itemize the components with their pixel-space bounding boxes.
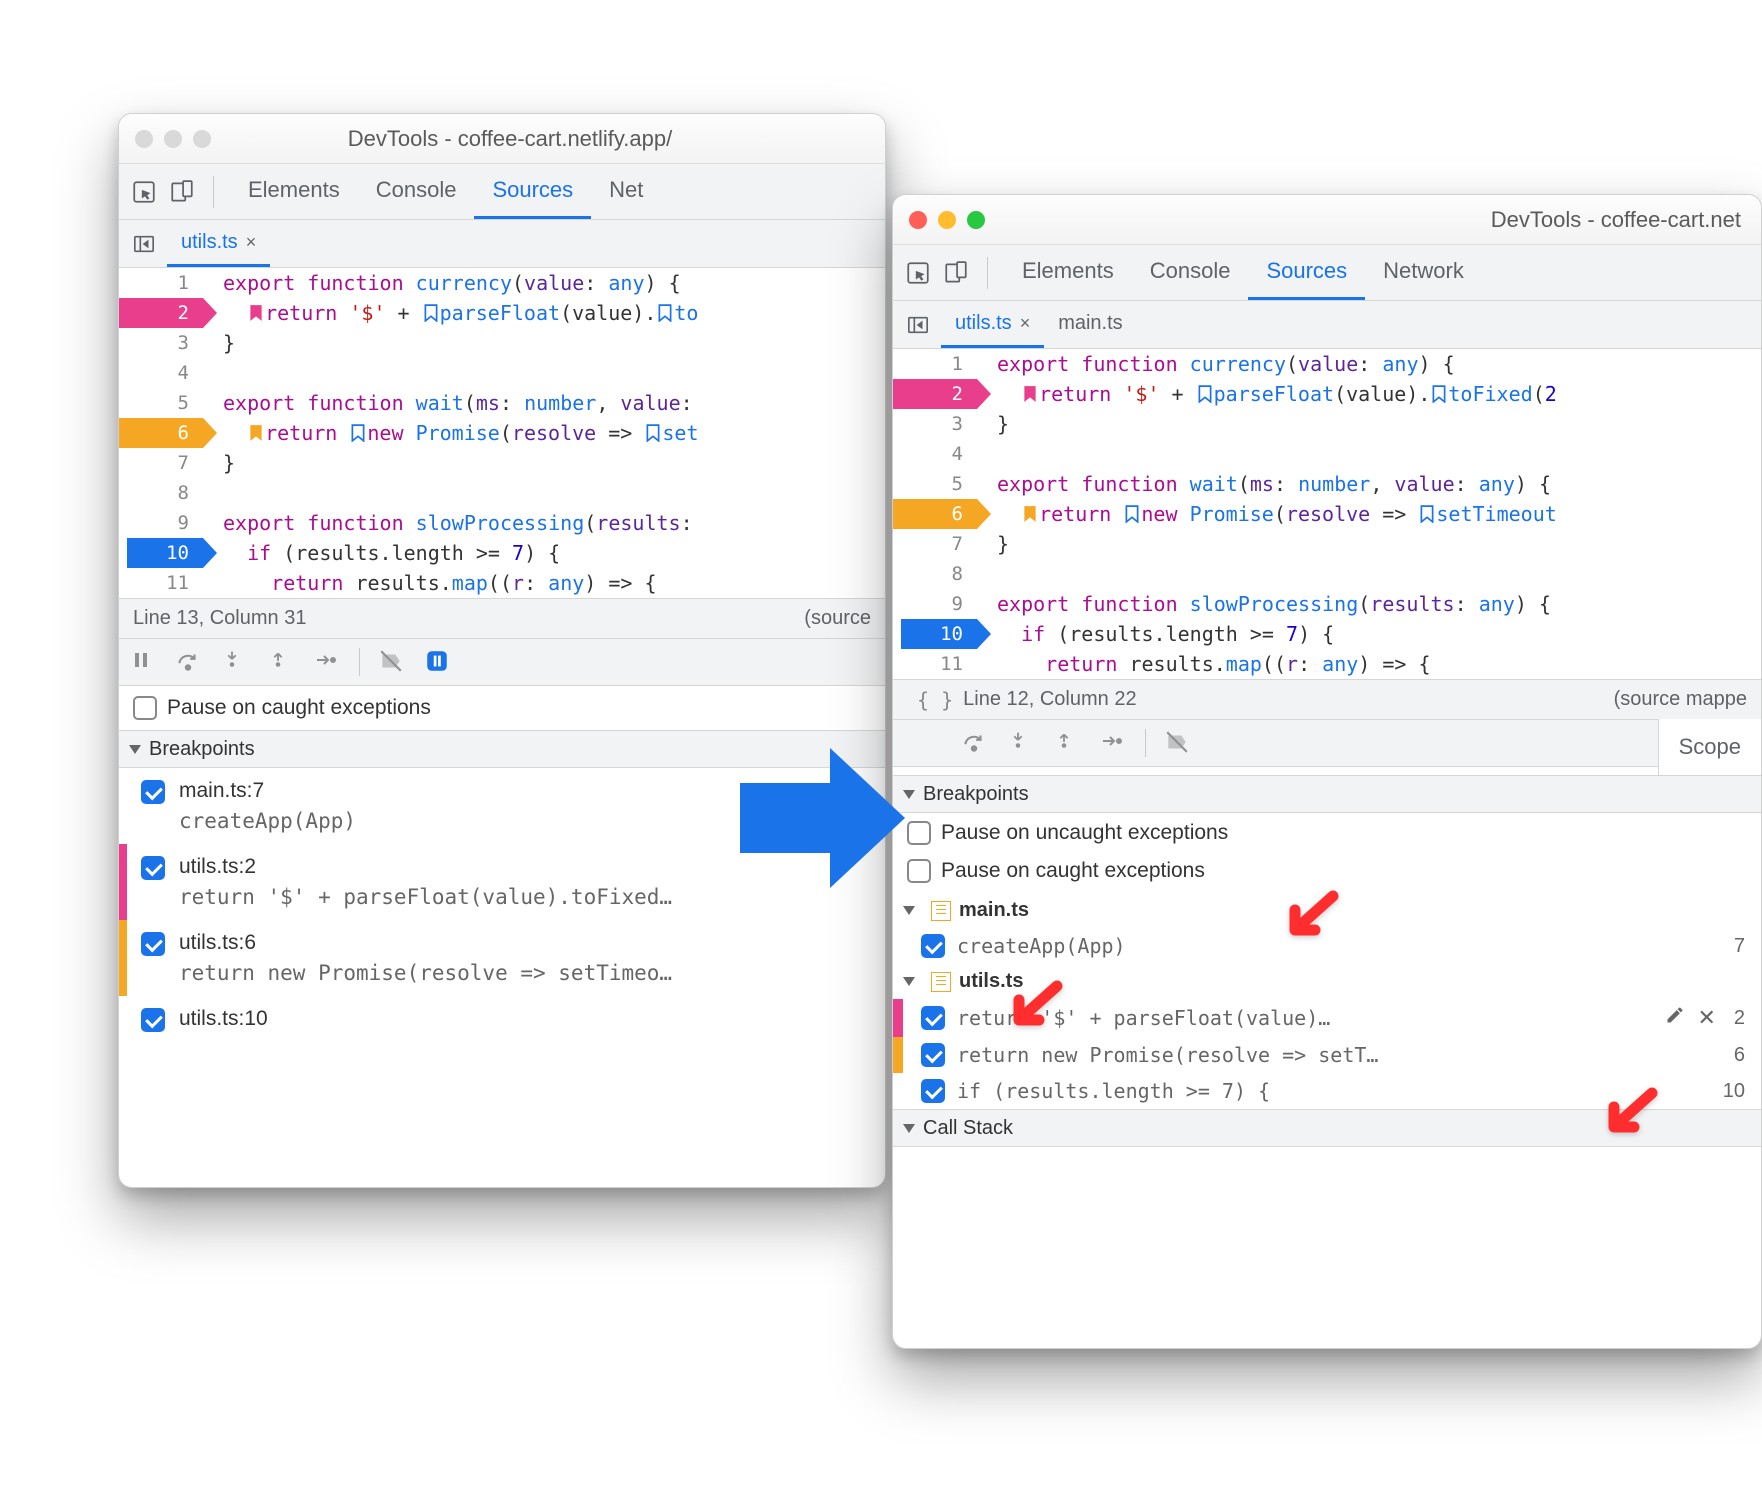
titlebar: DevTools - coffee-cart.net	[893, 195, 1761, 245]
checkbox-icon[interactable]	[907, 821, 931, 845]
pause-uncaught-label: Pause on uncaught exceptions	[941, 821, 1228, 845]
devtools-tabs: ElementsConsoleSourcesNet	[119, 164, 885, 220]
triangle-down-icon	[129, 745, 141, 754]
tab-sources[interactable]: Sources	[474, 164, 591, 219]
window-title: DevTools - coffee-cart.netlify.app/	[222, 126, 798, 152]
pretty-print-icon[interactable]: { }	[907, 688, 963, 712]
edit-icon[interactable]	[1665, 1005, 1685, 1031]
navigator-toggle-icon[interactable]	[127, 227, 161, 261]
close-icon[interactable]: ×	[246, 232, 257, 253]
step-out-icon[interactable]	[1053, 729, 1081, 757]
step-icon[interactable]	[1099, 729, 1127, 757]
navigator-toggle-icon[interactable]	[901, 308, 935, 342]
tab-network[interactable]: Network	[1365, 245, 1482, 300]
tab-elements[interactable]: Elements	[230, 164, 358, 219]
step-icon[interactable]	[313, 648, 341, 676]
annotation-arrow-icon	[1283, 888, 1343, 953]
pause-caught-row[interactable]: Pause on caught exceptions	[119, 686, 885, 730]
checkbox-icon[interactable]	[133, 696, 157, 720]
checkbox-icon[interactable]	[141, 932, 165, 956]
file-tabs: utils.ts×main.ts	[893, 301, 1761, 349]
debugger-toolbar	[119, 638, 885, 686]
breakpoint-item[interactable]: utils.ts:6return new Promise(resolve => …	[119, 920, 885, 996]
minimize-dot-icon[interactable]	[938, 211, 956, 229]
step-into-icon[interactable]	[1007, 729, 1035, 757]
checkbox-icon[interactable]	[141, 780, 165, 804]
breakpoints-label: Breakpoints	[923, 783, 1029, 806]
source-mapped-label: (source	[804, 607, 871, 630]
file-icon	[931, 972, 951, 992]
deactivate-breakpoints-icon[interactable]	[1164, 729, 1192, 757]
traffic-lights	[135, 130, 211, 148]
code-editor[interactable]: 1export function currency(value: any) {2…	[119, 268, 885, 598]
devtools-tabs: ElementsConsoleSourcesNetwork	[893, 245, 1761, 301]
annotation-arrow-icon	[1602, 1085, 1662, 1150]
zoom-dot-icon[interactable]	[967, 211, 985, 229]
step-out-icon[interactable]	[267, 648, 295, 676]
annotation-arrow-icon	[1007, 978, 1067, 1043]
pause-caught-row[interactable]: Pause on caught exceptions	[893, 853, 1761, 893]
window-title: DevTools - coffee-cart.net	[996, 207, 1745, 233]
close-icon[interactable]: ×	[1020, 313, 1031, 334]
tab-sources[interactable]: Sources	[1248, 245, 1365, 300]
file-tab[interactable]: main.ts	[1044, 301, 1136, 348]
debugger-toolbar	[893, 719, 1658, 767]
checkbox-icon[interactable]	[921, 1006, 945, 1030]
checkbox-icon[interactable]	[141, 856, 165, 880]
tab-console[interactable]: Console	[358, 164, 475, 219]
checkbox-icon[interactable]	[141, 1008, 165, 1032]
checkbox-icon[interactable]	[921, 1043, 945, 1067]
devtools-window-left: DevTools - coffee-cart.netlify.app/ Elem…	[118, 113, 886, 1188]
pause-caught-label: Pause on caught exceptions	[167, 696, 431, 720]
tab-console[interactable]: Console	[1132, 245, 1249, 300]
callstack-label: Call Stack	[923, 1117, 1013, 1140]
cursor-position: Line 13, Column 31	[133, 607, 306, 630]
tab-elements[interactable]: Elements	[1004, 245, 1132, 300]
file-icon	[931, 901, 951, 921]
traffic-lights	[909, 211, 985, 229]
devtools-window-right: DevTools - coffee-cart.net ElementsConso…	[892, 194, 1762, 1349]
device-toggle-icon[interactable]	[941, 258, 971, 288]
pause-caught-label: Pause on caught exceptions	[941, 859, 1205, 883]
breakpoints-label: Breakpoints	[149, 738, 255, 761]
file-tab[interactable]: utils.ts×	[941, 301, 1044, 348]
checkbox-icon[interactable]	[907, 859, 931, 883]
code-editor[interactable]: 1export function currency(value: any) {2…	[893, 349, 1761, 679]
file-tabs: utils.ts×	[119, 220, 885, 268]
inspect-icon[interactable]	[903, 258, 933, 288]
breakpoints-header[interactable]: Breakpoints	[893, 775, 1761, 813]
transition-arrow-icon	[730, 728, 910, 908]
pause-on-exceptions-icon[interactable]	[424, 648, 452, 676]
step-into-icon[interactable]	[221, 648, 249, 676]
close-dot-icon[interactable]	[909, 211, 927, 229]
file-tab[interactable]: utils.ts×	[167, 220, 270, 267]
triangle-down-icon	[903, 1124, 915, 1133]
remove-icon[interactable]: ✕	[1697, 1005, 1715, 1031]
titlebar: DevTools - coffee-cart.netlify.app/	[119, 114, 885, 164]
checkbox-icon[interactable]	[921, 1079, 945, 1103]
source-mapped-label: (source mappe	[1614, 688, 1747, 711]
zoom-dot-icon[interactable]	[193, 130, 211, 148]
step-over-icon[interactable]	[175, 648, 203, 676]
scope-tab[interactable]: Scope	[1658, 719, 1761, 775]
step-over-icon[interactable]	[961, 729, 989, 757]
deactivate-breakpoints-icon[interactable]	[378, 648, 406, 676]
checkbox-icon[interactable]	[921, 934, 945, 958]
close-dot-icon[interactable]	[135, 130, 153, 148]
status-bar: Line 13, Column 31 (source	[119, 598, 885, 638]
status-bar: { } Line 12, Column 22 (source mappe	[893, 679, 1761, 719]
pause-uncaught-row[interactable]: Pause on uncaught exceptions	[893, 813, 1761, 853]
device-toggle-icon[interactable]	[167, 177, 197, 207]
cursor-position: Line 12, Column 22	[963, 688, 1613, 711]
inspect-icon[interactable]	[129, 177, 159, 207]
pause-icon[interactable]	[129, 648, 157, 676]
tab-net[interactable]: Net	[591, 164, 661, 219]
minimize-dot-icon[interactable]	[164, 130, 182, 148]
triangle-down-icon	[903, 977, 915, 986]
breakpoint-item[interactable]: utils.ts:10	[119, 996, 885, 1042]
group-name: main.ts	[959, 899, 1029, 922]
